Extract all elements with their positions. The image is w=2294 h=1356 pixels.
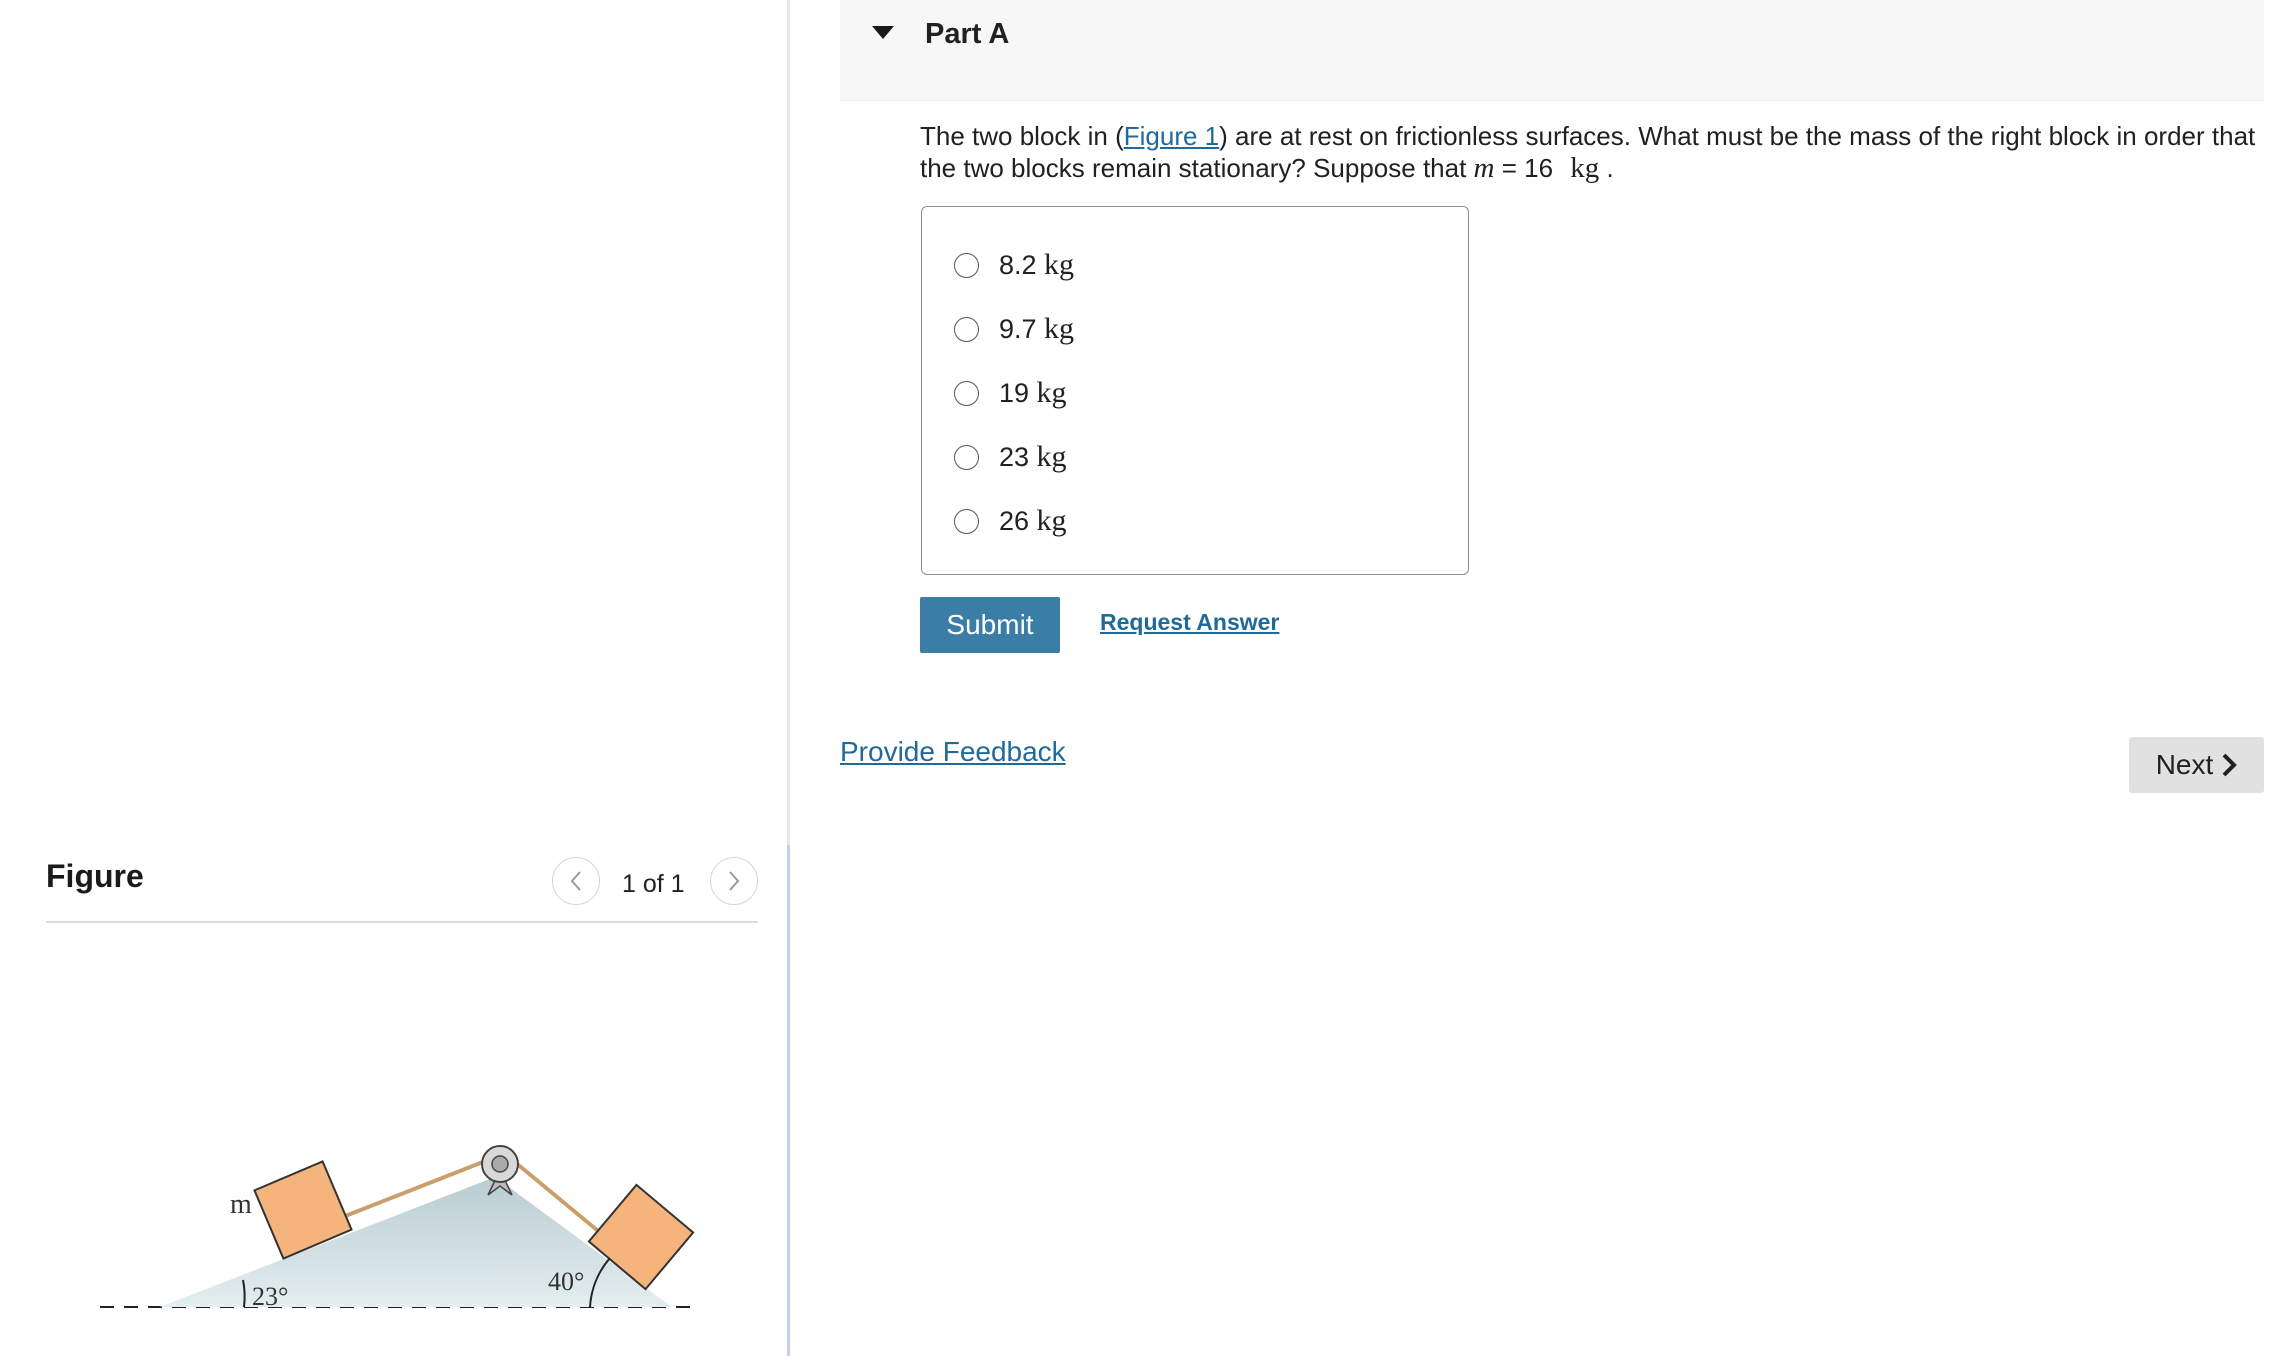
choice-5[interactable]: 26 kg <box>954 501 1067 541</box>
panel-divider-accent[interactable] <box>787 845 790 1356</box>
figure-header-rule <box>46 921 758 923</box>
choice-unit: kg <box>1044 248 1075 281</box>
choice-unit: kg <box>1036 376 1067 409</box>
radio-button[interactable] <box>954 316 979 342</box>
choice-1[interactable]: 8.2 kg <box>954 245 1074 285</box>
block-label-m: m <box>230 1189 252 1220</box>
next-figure-button[interactable] <box>710 857 758 905</box>
choice-label: 23 kg <box>999 440 1067 474</box>
right-angle-label: 40° <box>548 1267 584 1296</box>
chevron-left-icon <box>570 871 581 891</box>
figure-link[interactable]: Figure 1 <box>1124 121 1219 151</box>
next-label: Next <box>2155 749 2214 780</box>
choice-2[interactable]: 9.7 kg <box>954 309 1074 349</box>
choice-4[interactable]: 23 kg <box>954 437 1067 477</box>
part-title: Part A <box>925 18 1010 50</box>
question-text-start: The two block in ( <box>920 121 1124 151</box>
radio-button[interactable] <box>954 252 979 278</box>
choice-value: 19 <box>999 378 1030 408</box>
question-text-end: . <box>1599 153 1614 183</box>
mass-unit: kg <box>1570 152 1600 184</box>
choice-3[interactable]: 19 kg <box>954 373 1067 413</box>
figure-counter: 1 of 1 <box>622 870 685 898</box>
mass-variable: m <box>1473 152 1495 184</box>
chevron-right-icon <box>729 871 740 891</box>
provide-feedback-link[interactable]: Provide Feedback <box>840 736 1066 768</box>
answer-choices: 8.2 kg 9.7 kg 19 kg 23 kg 26 kg <box>921 206 1469 575</box>
chevron-right-icon <box>2222 753 2238 777</box>
request-answer-link[interactable]: Request Answer <box>1100 609 1279 636</box>
caret-down-icon[interactable] <box>872 26 894 39</box>
next-button[interactable]: Next <box>2129 737 2264 793</box>
radio-button[interactable] <box>954 508 979 534</box>
choice-label: 19 kg <box>999 376 1067 410</box>
choice-unit: kg <box>1044 312 1075 345</box>
radio-button[interactable] <box>954 444 979 470</box>
question-text: The two block in (Figure 1) are at rest … <box>920 120 2265 184</box>
choice-unit: kg <box>1036 440 1067 473</box>
choice-value: 8.2 <box>999 250 1037 280</box>
choice-label: 9.7 kg <box>999 312 1074 346</box>
choice-label: 8.2 kg <box>999 248 1074 282</box>
figure-title: Figure <box>46 858 144 894</box>
mass-equals: = 16 <box>1494 153 1561 183</box>
choice-unit: kg <box>1036 504 1067 537</box>
incline-figure: m 23° 40° <box>100 1145 700 1311</box>
radio-button[interactable] <box>954 380 979 406</box>
left-angle-label: 23° <box>252 1282 288 1311</box>
choice-value: 26 <box>999 506 1030 536</box>
choice-value: 23 <box>999 442 1030 472</box>
part-header: Part A <box>840 0 2264 101</box>
choice-label: 26 kg <box>999 504 1067 538</box>
prev-figure-button[interactable] <box>552 857 600 905</box>
choice-value: 9.7 <box>999 314 1037 344</box>
submit-button[interactable]: Submit <box>920 597 1060 653</box>
